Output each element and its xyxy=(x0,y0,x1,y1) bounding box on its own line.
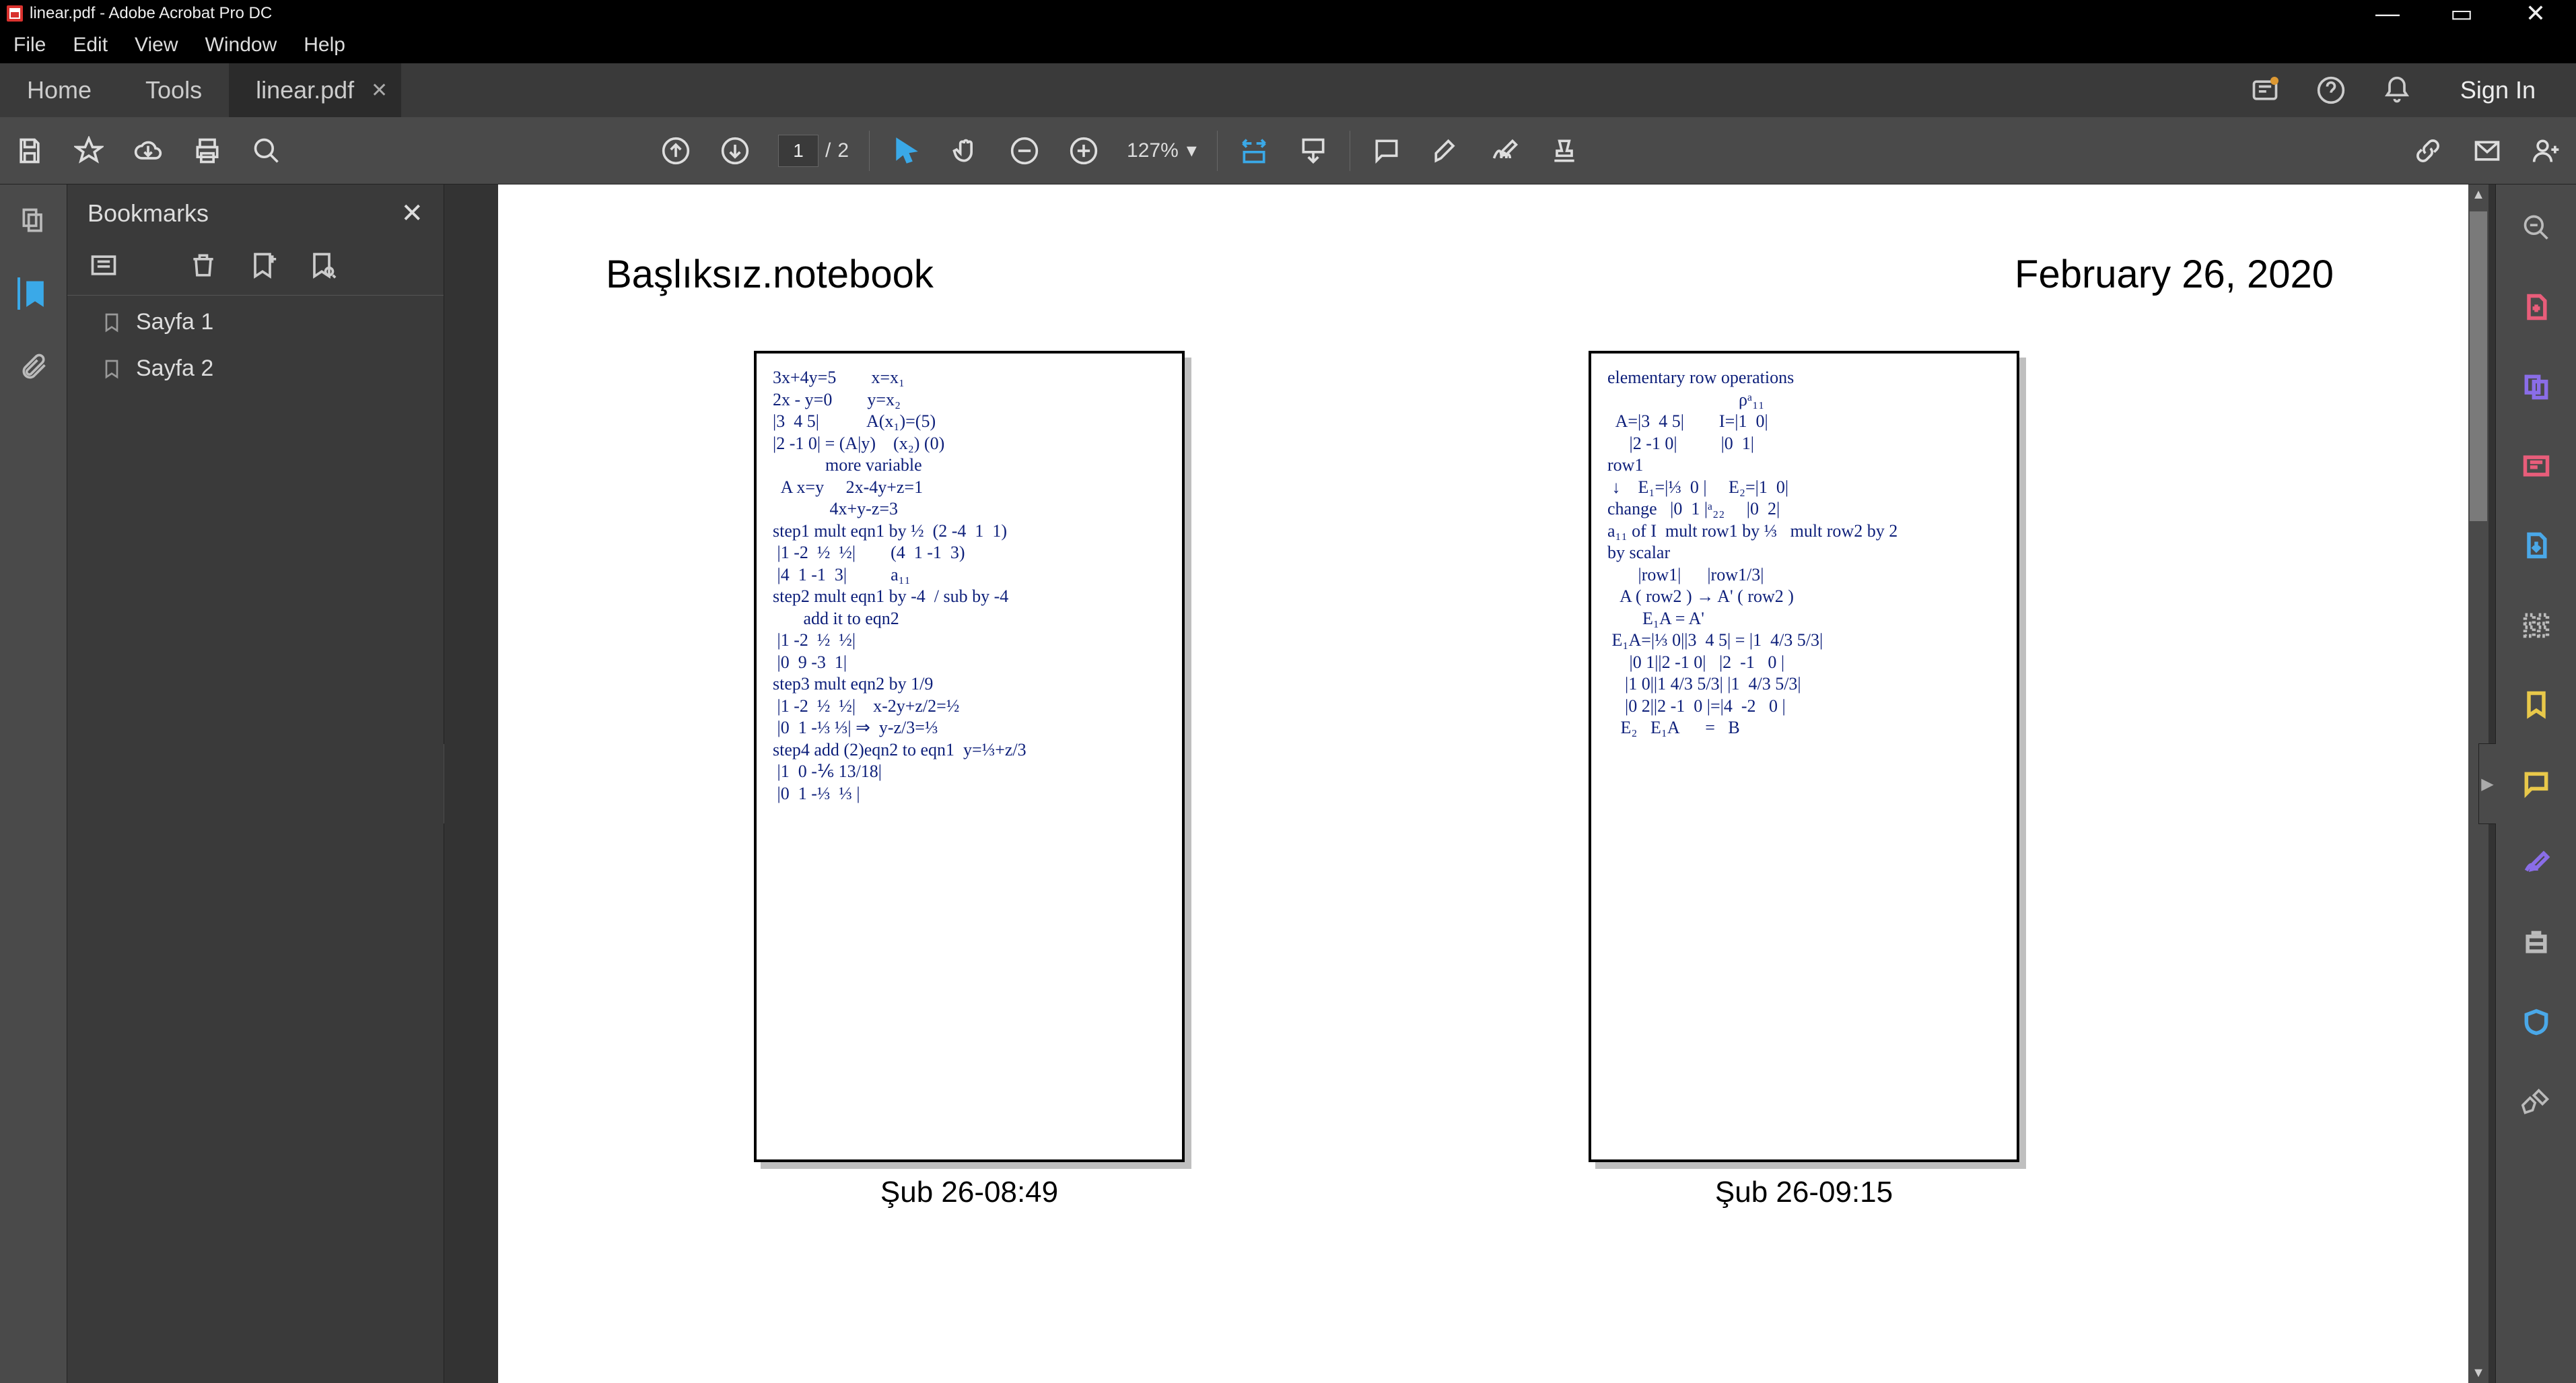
selection-arrow-icon[interactable] xyxy=(890,135,922,167)
menu-edit[interactable]: Edit xyxy=(73,34,108,57)
bookmarks-close-icon[interactable]: ✕ xyxy=(401,198,423,229)
main-area: Bookmarks ✕ Sayfa 1 Sayfa 2 ◀ Başlıksı xyxy=(0,184,2576,1383)
tab-document[interactable]: linear.pdf ✕ xyxy=(229,63,401,117)
tab-document-label: linear.pdf xyxy=(256,76,354,104)
signature-icon[interactable] xyxy=(1489,135,1521,167)
close-window-button[interactable]: ✕ xyxy=(2515,0,2556,28)
note-1-caption: Şub 26-08:49 xyxy=(880,1176,1058,1209)
protect-icon[interactable] xyxy=(2520,1006,2552,1038)
bookmarks-panel: Bookmarks ✕ Sayfa 1 Sayfa 2 ◀ xyxy=(67,184,444,1383)
comment-icon[interactable] xyxy=(1370,135,1403,167)
zoom-level[interactable]: 127% ▾ xyxy=(1127,139,1197,162)
bookmarks-title: Bookmarks xyxy=(88,199,209,228)
email-icon[interactable] xyxy=(2471,135,2503,167)
minimize-button[interactable]: — xyxy=(2367,0,2408,28)
page-up-icon[interactable] xyxy=(660,135,692,167)
maximize-button[interactable]: ▭ xyxy=(2441,0,2482,28)
thumbnails-icon[interactable] xyxy=(18,205,50,237)
main-toolbar: / 2 127% ▾ xyxy=(0,117,2576,184)
bookmark-delete-icon[interactable] xyxy=(187,249,219,281)
zoom-out-icon[interactable] xyxy=(1008,135,1041,167)
document-viewport[interactable]: Başlıksız.notebook February 26, 2020 3x+… xyxy=(444,184,2576,1383)
tab-home[interactable]: Home xyxy=(0,63,118,117)
help-icon[interactable] xyxy=(2315,74,2347,106)
zoom-in-icon[interactable] xyxy=(1068,135,1100,167)
zoom-value: 127% xyxy=(1127,139,1179,162)
scroll-up-icon[interactable]: ▲ xyxy=(2468,184,2488,205)
menu-bar: File Edit View Window Help xyxy=(0,27,2576,63)
menu-help[interactable]: Help xyxy=(304,34,345,57)
tab-tools[interactable]: Tools xyxy=(118,63,229,117)
share-people-icon[interactable] xyxy=(2530,135,2563,167)
panel-collapse-right[interactable]: ▶ xyxy=(2478,743,2496,824)
comment-tool-icon[interactable] xyxy=(2520,768,2552,800)
top-tabs: Home Tools linear.pdf ✕ Sign In xyxy=(0,63,2576,117)
cloud-upload-icon[interactable] xyxy=(132,135,164,167)
page-number-input[interactable] xyxy=(778,135,819,167)
edit-pdf-icon[interactable] xyxy=(2520,450,2552,482)
tab-home-label: Home xyxy=(27,76,92,104)
tab-close-icon[interactable]: ✕ xyxy=(371,79,388,102)
bookmarks-list: Sayfa 1 Sayfa 2 xyxy=(67,296,444,395)
hand-tool-icon[interactable] xyxy=(949,135,981,167)
organize-pages-icon[interactable] xyxy=(2520,609,2552,641)
note-2: elementary row operations ρᵃ₁₁ A=|3 4 5|… xyxy=(1589,351,2019,1209)
menu-view[interactable]: View xyxy=(135,34,178,57)
bookmark-item[interactable]: Sayfa 1 xyxy=(88,309,423,335)
doc-title-right: February 26, 2020 xyxy=(2015,252,2334,297)
bookmark-add-icon[interactable] xyxy=(246,249,279,281)
pdf-page: Başlıksız.notebook February 26, 2020 3x+… xyxy=(498,184,2468,1383)
bell-icon[interactable] xyxy=(2381,74,2413,106)
attachments-icon[interactable] xyxy=(18,350,50,382)
tab-tools-label: Tools xyxy=(145,76,202,104)
stamp-icon[interactable] xyxy=(1548,135,1580,167)
page-separator: / xyxy=(825,139,831,162)
bookmark-find-icon[interactable] xyxy=(306,249,338,281)
note-2-content: elementary row operations ρᵃ₁₁ A=|3 4 5|… xyxy=(1589,351,2019,1162)
doc-title-left: Başlıksız.notebook xyxy=(606,252,934,297)
menu-window[interactable]: Window xyxy=(205,34,277,57)
left-nav-rail xyxy=(0,184,67,1383)
export-pdf-icon[interactable] xyxy=(2520,529,2552,562)
acrobat-icon xyxy=(7,5,23,22)
scroll-thumb[interactable] xyxy=(2470,211,2487,521)
notifications-icon[interactable] xyxy=(2249,74,2281,106)
bookmark-options-icon[interactable] xyxy=(88,249,120,281)
scan-ocr-icon[interactable] xyxy=(2520,926,2552,959)
right-tools-rail: ▶ xyxy=(2495,184,2576,1383)
create-pdf-icon[interactable] xyxy=(2520,291,2552,323)
highlight-icon[interactable] xyxy=(1430,135,1462,167)
fill-sign-icon[interactable] xyxy=(2520,847,2552,879)
sign-in-button[interactable]: Sign In xyxy=(2447,76,2549,104)
fit-width-icon[interactable] xyxy=(1238,135,1270,167)
page-indicator: / 2 xyxy=(778,135,849,167)
bookmark-item[interactable]: Sayfa 2 xyxy=(88,356,423,382)
title-bar: linear.pdf - Adobe Acrobat Pro DC — ▭ ✕ xyxy=(0,0,2576,27)
send-comments-icon[interactable] xyxy=(2520,688,2552,720)
scroll-down-icon[interactable]: ▼ xyxy=(2468,1363,2488,1383)
save-icon[interactable] xyxy=(13,135,46,167)
combine-files-icon[interactable] xyxy=(2520,370,2552,403)
zoom-tool-icon[interactable] xyxy=(2520,211,2552,244)
bookmark-label: Sayfa 1 xyxy=(136,309,213,335)
page-total: 2 xyxy=(837,139,849,162)
page-down-icon[interactable] xyxy=(719,135,751,167)
bookmark-label: Sayfa 2 xyxy=(136,356,213,382)
window-title: linear.pdf - Adobe Acrobat Pro DC xyxy=(30,4,272,23)
more-tools-icon[interactable] xyxy=(2520,1085,2552,1118)
bookmarks-rail-icon[interactable] xyxy=(18,277,50,310)
fit-page-icon[interactable] xyxy=(1297,135,1329,167)
search-icon[interactable] xyxy=(250,135,283,167)
menu-file[interactable]: File xyxy=(13,34,46,57)
share-link-icon[interactable] xyxy=(2412,135,2444,167)
star-icon[interactable] xyxy=(73,135,105,167)
print-icon[interactable] xyxy=(191,135,223,167)
note-2-caption: Şub 26-09:15 xyxy=(1715,1176,1893,1209)
zoom-dropdown-icon[interactable]: ▾ xyxy=(1187,139,1197,162)
note-1: 3x+4y=5 x=x₁2x - y=0 y=x₂|3 4 5| A(x₁)=(… xyxy=(754,351,1185,1209)
note-1-content: 3x+4y=5 x=x₁2x - y=0 y=x₂|3 4 5| A(x₁)=(… xyxy=(754,351,1185,1162)
